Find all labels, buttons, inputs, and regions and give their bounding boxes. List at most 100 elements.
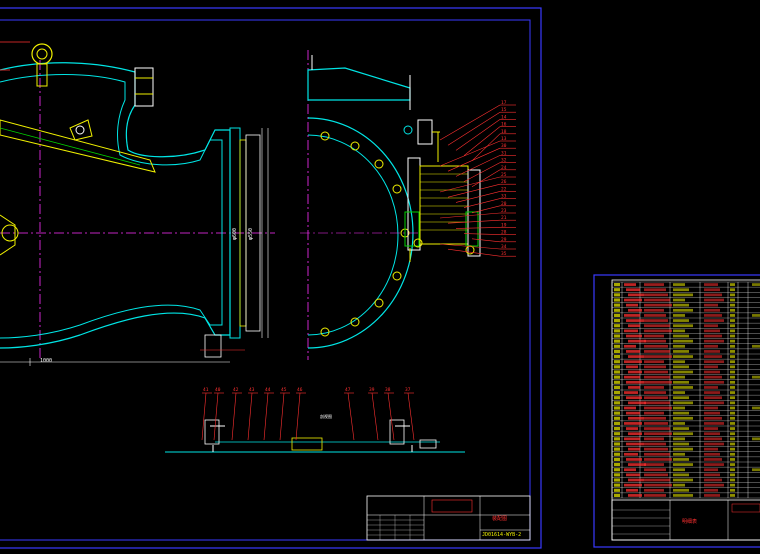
table-cell-mark (730, 468, 735, 472)
table-cell-mark (673, 452, 685, 456)
table-cell-mark (704, 494, 720, 497)
table-cell-mark (624, 406, 636, 410)
table-cell-mark (730, 293, 735, 297)
table-cell-mark (673, 416, 693, 420)
callout-label: 21 (501, 215, 507, 221)
table-cell-mark (626, 488, 638, 492)
table-cell-mark (704, 339, 724, 343)
table-cell-mark (704, 329, 720, 333)
callout-label: 31 (501, 150, 507, 156)
table-cell-mark (644, 427, 670, 430)
table-cell-mark (673, 447, 693, 451)
table-cell-mark (730, 488, 735, 492)
table-cell-mark (626, 396, 642, 400)
valve-front-view: 1000 φ600 φ550 (0, 41, 275, 366)
table-cell-mark (644, 293, 668, 297)
table-cell-mark (644, 488, 664, 492)
callout-leader (247, 392, 253, 441)
table-cell-mark (673, 463, 693, 466)
table-cell-mark (614, 308, 620, 312)
svg-text:1000: 1000 (40, 358, 52, 364)
table-cell-mark (673, 303, 689, 307)
callout-label: 15 (501, 107, 507, 113)
table-cell-mark (673, 298, 685, 302)
table-cell-mark (614, 370, 620, 374)
table-cell-mark (614, 349, 620, 353)
table-cell-mark (626, 319, 644, 322)
table-cell-mark (628, 308, 642, 312)
table-cell-mark (730, 432, 735, 436)
sheet-2-title: 明细表 (682, 518, 697, 525)
table-cell-mark (730, 288, 735, 292)
table-cell-mark (730, 478, 735, 482)
table-cell-mark (626, 303, 638, 307)
valve-bottom-view: 剖视图 (165, 413, 465, 453)
table-cell-mark (673, 386, 693, 389)
table-cell-mark (614, 488, 620, 492)
table-cell-mark (704, 483, 724, 487)
callout-label: 44 (265, 387, 271, 393)
table-cell-mark (673, 422, 685, 425)
table-cell-mark (673, 350, 689, 353)
table-cell-mark (704, 360, 724, 364)
table-cell-mark (614, 344, 620, 348)
callout-label: 40 (215, 387, 221, 393)
callout-label: 35 (501, 251, 507, 257)
callout-label: 16 (501, 122, 507, 128)
table-cell-mark (614, 298, 620, 302)
table-cell-mark (704, 288, 720, 292)
table-cell-mark (704, 298, 724, 302)
table-cell-mark (614, 324, 620, 328)
table-cell-mark (752, 406, 760, 410)
table-cell-mark (614, 401, 620, 405)
table-cell-mark (644, 406, 672, 410)
table-cell-mark (644, 365, 666, 369)
table-cell-mark (704, 370, 720, 374)
table-cell-mark (704, 473, 720, 477)
table-cell-mark (704, 416, 722, 420)
table-cell-mark (644, 463, 664, 466)
table-cell-mark (730, 339, 735, 343)
table-cell-mark (624, 452, 638, 456)
table-cell-mark (624, 391, 638, 394)
callout-leader (295, 392, 301, 441)
table-cell-mark (614, 313, 620, 317)
table-cell-mark (614, 380, 620, 384)
callout-leader (231, 392, 237, 441)
table-cell-mark (730, 427, 735, 430)
table-cell-mark (730, 391, 735, 394)
table-cell-mark (644, 396, 668, 400)
table-cell-mark (730, 422, 735, 425)
table-cell-mark (628, 401, 646, 405)
table-cell-mark (644, 370, 668, 374)
table-cell-mark (628, 355, 644, 358)
table-cell-mark (614, 468, 620, 472)
callout-label: 43 (249, 387, 255, 393)
table-cell-mark (704, 380, 724, 384)
callout-leader (447, 111, 501, 146)
table-cell-mark (673, 391, 685, 394)
table-cell-mark (644, 355, 672, 358)
table-cell-mark (704, 350, 720, 353)
table-cell-mark (614, 447, 620, 451)
svg-text:φ550: φ550 (248, 228, 254, 240)
table-cell-mark (644, 442, 666, 446)
table-cell-mark (730, 298, 735, 302)
table-cell-mark (614, 406, 620, 410)
table-cell-mark (673, 396, 689, 400)
table-cell-mark (673, 411, 689, 415)
table-cell-mark (644, 339, 666, 343)
table-cell-mark (704, 478, 722, 482)
table-cell-mark (614, 339, 620, 343)
callout-label: 23 (501, 208, 507, 214)
table-cell-mark (673, 488, 689, 492)
table-cell-mark (644, 473, 668, 477)
cad-drawing-canvas[interactable]: 1000 φ600 φ550 17 15 14 16 18 13 30 31 3… (0, 0, 760, 550)
callout-label: 22 (501, 186, 507, 192)
table-cell-mark (644, 308, 664, 312)
table-cell-mark (704, 314, 722, 317)
callout-leader (439, 243, 501, 250)
callout-leader (371, 392, 379, 441)
table-cell-mark (626, 411, 640, 415)
table-cell-mark (628, 463, 646, 466)
